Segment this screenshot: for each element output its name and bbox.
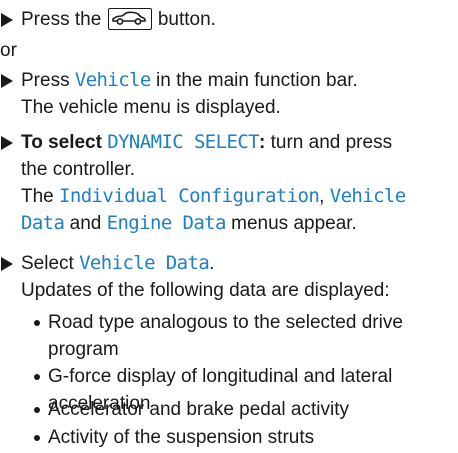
step-text: The	[21, 186, 54, 207]
triangle-right-icon	[0, 250, 18, 277]
list-item-text: program	[48, 339, 119, 360]
menu-item-vehicle: Vehicle	[74, 69, 151, 91]
step-text: button.	[157, 9, 216, 30]
menu-item-dynamic-select: DYNAMIC SELECT	[107, 131, 259, 153]
list-item: Road type analogous to the selected driv…	[34, 309, 454, 363]
step-text: Press the	[21, 9, 102, 30]
triangle-right-icon	[0, 129, 18, 156]
step-text: menus appear.	[231, 213, 357, 234]
menu-vehicle-data-part1: Vehicle	[329, 185, 406, 207]
bullet-icon	[34, 435, 40, 441]
menu-item-vehicle-data: Vehicle Data	[79, 252, 210, 274]
colon: :	[259, 132, 266, 153]
list-item-text: Accelerator and brake pedal activity	[48, 399, 349, 420]
list-item: Activity of the suspension struts	[34, 424, 454, 451]
step-result: Updates of the following data are displa…	[21, 280, 390, 301]
step-press-vehicle: Press Vehicle in the main function bar. …	[0, 67, 456, 121]
list-item-text: G-force display of longitudinal and late…	[48, 366, 393, 387]
triangle-right-icon	[0, 67, 18, 94]
step-text: Select	[21, 253, 74, 274]
instruction-page: Press the button. or Press Vehicle in th…	[0, 0, 458, 453]
triangle-right-icon	[0, 6, 18, 33]
step-select-vehicle-data: Select Vehicle Data. Updates of the foll…	[0, 250, 456, 304]
list-item: Accelerator and brake pedal activity	[34, 396, 454, 423]
step-text: the controller.	[21, 159, 136, 180]
menu-engine-data: Engine Data	[106, 212, 227, 234]
or-text: or	[0, 40, 17, 61]
step-press-car-button: Press the button.	[0, 6, 456, 33]
menu-individual-configuration: Individual Configuration	[59, 185, 320, 207]
comma: ,	[319, 186, 325, 207]
step-result: The vehicle menu is displayed.	[21, 97, 281, 118]
step-text: and	[69, 213, 102, 234]
menu-vehicle-data-part2: Data	[21, 212, 65, 234]
car-icon	[107, 8, 152, 30]
step-select-dynamic-select: To select DYNAMIC SELECT: turn and press…	[0, 129, 456, 237]
step-text: in the main function bar.	[156, 70, 358, 91]
period: .	[209, 253, 215, 274]
bullet-icon	[34, 374, 40, 380]
bullet-icon	[34, 407, 40, 413]
step-text: Press	[21, 70, 70, 91]
step-text: turn and press	[270, 132, 393, 153]
list-item-text: Road type analogous to the selected driv…	[48, 312, 403, 333]
bullet-icon	[34, 320, 40, 326]
step-bold-text: To select	[21, 132, 102, 153]
list-item-text: Activity of the suspension struts	[48, 427, 315, 448]
